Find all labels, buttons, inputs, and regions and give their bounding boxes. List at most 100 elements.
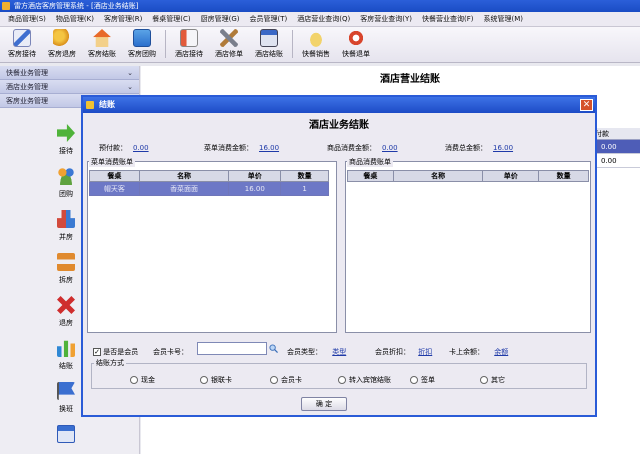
card-number-input[interactable] [197,342,267,355]
column-header[interactable]: 餐桌 [347,170,394,182]
column-header[interactable]: 数量 [280,170,329,182]
window-title: 雷方酒店客房管理系统 - [酒店业务结账] [14,2,139,10]
dish-bill-table: 餐桌 名称 单价 数量 帽天客 香菜面面 16.00 1 [89,170,329,196]
toolbar-button-label: 客房结账 [88,50,116,58]
sidebar-item-label: 团购 [59,190,73,198]
sidebar-item-checkin[interactable]: 接待 [48,124,84,167]
menu-items[interactable]: 物品管理(K) [56,14,94,24]
sidebar-header-label: 快餐业务管理 [6,69,48,77]
room-group-button[interactable]: 客房团购 [122,27,162,61]
sidebar-item-more[interactable] [48,425,84,454]
dialog-titlebar: 结账 ✕ [83,97,595,113]
table-cell: 帽天客 [89,181,140,196]
flag-icon [57,382,75,400]
room-settle-button[interactable]: 客房结账 [82,27,122,61]
sidebar-header-label: 酒店业务管理 [6,83,48,91]
refund-icon [347,29,365,47]
member-discount: 会员折扣： 折扣 [375,347,432,357]
confirm-button[interactable]: 确 定 [301,397,347,411]
sidebar-item-label: 结账 [59,362,73,370]
column-header[interactable]: 名称 [138,170,230,182]
radio-other[interactable]: 其它 [480,375,505,385]
menu-fastfood-query[interactable]: 快餐营业查询(F) [422,14,474,24]
hotel-settle-button[interactable]: 酒店结账 [249,27,289,61]
menu-rooms[interactable]: 客房管理(R) [104,14,142,24]
sidebar-item-checkout[interactable]: 退房 [48,296,84,339]
column-header[interactable]: 餐桌 [89,170,140,182]
menu-goods[interactable]: 商品管理(S) [8,14,46,24]
hotel-modify-button[interactable]: 酒店修单 [209,27,249,61]
member-type-link[interactable]: 类型 [332,348,346,356]
radio-unionpay[interactable]: 银联卡 [200,375,232,385]
radio-cash[interactable]: 现金 [130,375,155,385]
table-row[interactable]: 帽天客 香菜面面 16.00 1 [89,181,329,196]
menu-members[interactable]: 会员管理(T) [250,14,288,24]
column-header[interactable]: 单价 [228,170,282,182]
column-header[interactable]: 名称 [392,170,484,182]
org-chart-icon [57,253,75,271]
room-checkout-button[interactable]: 客房退房 [42,27,82,61]
sidebar-item-shift[interactable]: 换班 [48,382,84,425]
id-card-icon [180,29,198,47]
sidebar-item-split[interactable]: 拆房 [48,253,84,296]
is-member-checkbox[interactable]: ✓ 是否是会员 [93,347,138,357]
is-member-label: 是否是会员 [103,348,139,356]
radio-icon[interactable] [338,376,346,384]
sidebar-item-label: 拆房 [59,276,73,284]
house-icon [93,29,111,47]
prepaid-value: 0.00 [133,144,149,152]
blue-form-icon [133,29,151,47]
fastfood-sale-button[interactable]: 快餐销售 [296,27,336,61]
card-balance: 卡上余额： 余额 [449,347,508,357]
chevron-down-icon: ⌄ [127,83,133,91]
prepaid-summary: 预付款： 0.00 [99,143,149,153]
radio-icon[interactable] [130,376,138,384]
menu-hotel-query[interactable]: 酒店营业查询(Q) [297,14,350,24]
close-icon[interactable]: ✕ [580,99,593,111]
goods-bill-panel: 餐桌 名称 单价 数量 [345,161,591,333]
radio-sign-bill[interactable]: 签单 [410,375,435,385]
radio-icon[interactable] [270,376,278,384]
column-header[interactable]: 单价 [482,170,540,182]
menu-tables[interactable]: 餐桌管理(C) [152,14,190,24]
toolbar-separator [165,30,166,58]
settle-dialog: 结账 ✕ 酒店业务结账 预付款： 0.00 菜单消费金额： 16.00 商品消费金额… [81,95,597,417]
menu-kitchen[interactable]: 厨房管理(G) [201,14,240,24]
sidebar-item-merge[interactable]: 并房 [48,210,84,253]
column-header[interactable]: 数量 [538,170,589,182]
tools-icon [220,29,238,47]
radio-label: 现金 [141,376,155,384]
search-icon[interactable] [269,344,278,353]
radio-label: 转入宾馆结账 [349,376,391,384]
fastfood-refund-button[interactable]: 快餐退单 [336,27,376,61]
member-discount-link[interactable]: 折扣 [418,348,432,356]
sidebar-item-label: 并房 [59,233,73,241]
hotel-reception-button[interactable]: 酒店接待 [169,27,209,61]
dialog-title: 结账 [99,100,115,109]
prepaid-label: 预付款： [99,144,127,152]
sidebar-item-label: 接待 [59,147,73,155]
sidebar-item-group[interactable]: 团购 [48,167,84,210]
window-titlebar: 雷方酒店客房管理系统 - [酒店业务结账] [0,0,640,12]
toolbar-button-label: 酒店结账 [255,50,283,58]
radio-label: 银联卡 [211,376,232,384]
sidebar-item-label: 退房 [59,319,73,327]
radio-member-card[interactable]: 会员卡 [270,375,302,385]
radio-icon[interactable] [480,376,488,384]
menu-system[interactable]: 系统管理(M) [484,14,524,24]
card-balance-link[interactable]: 余额 [494,348,508,356]
menu-room-query[interactable]: 客房营业查询(Y) [360,14,412,24]
sidebar-header-hotel[interactable]: 酒店业务管理 ⌄ [0,80,139,94]
room-checkin-button[interactable]: 客房接待 [2,27,42,61]
radio-icon[interactable] [410,376,418,384]
checkbox-checked-icon[interactable]: ✓ [93,348,101,356]
total-amount-value: 16.00 [493,144,514,152]
toolbar-button-label: 客房退房 [48,50,76,58]
radio-icon[interactable] [200,376,208,384]
sidebar-header-fastfood[interactable]: 快餐业务管理 ⌄ [0,66,139,80]
page-title: 酒店营业结账 [380,74,440,85]
goods-bill-caption: 商品消费账单 [347,157,393,167]
dish-bill-panel: 餐桌 名称 单价 数量 帽天客 香菜面面 16.00 1 [87,161,337,333]
sidebar-item-settle[interactable]: 结账 [48,339,84,382]
radio-transfer-hotel[interactable]: 转入宾馆结账 [338,375,391,385]
